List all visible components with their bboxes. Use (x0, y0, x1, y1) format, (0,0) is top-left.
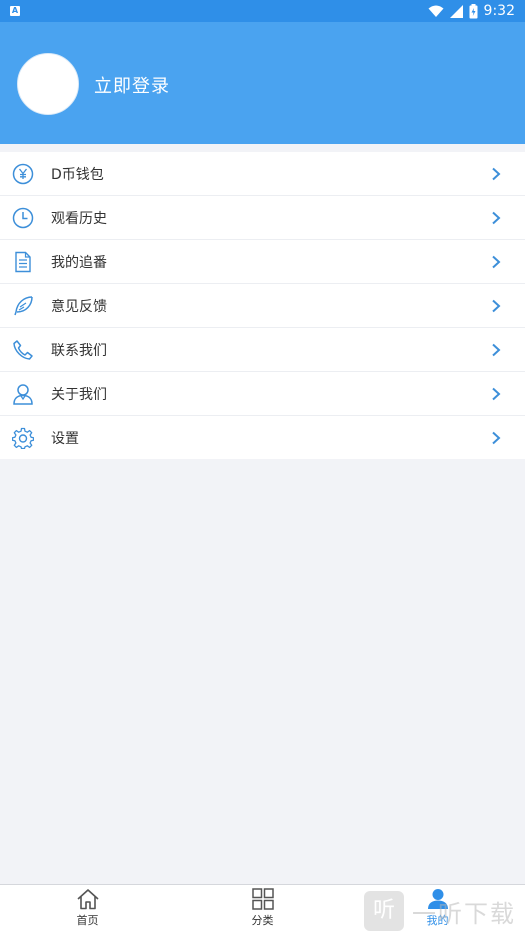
tab-mine[interactable]: 我的 (350, 885, 525, 934)
menu-item-about[interactable]: 关于我们 (0, 372, 525, 416)
signal-icon (449, 4, 463, 18)
document-icon (15, 251, 31, 273)
yen-circle-icon (12, 163, 34, 185)
chevron-right-icon (492, 255, 501, 269)
clock-icon (12, 207, 34, 229)
menu-item-label: 联系我们 (51, 342, 107, 359)
menu-item-wallet[interactable]: D币钱包 (0, 152, 525, 196)
menu-list: D币钱包 观看历史 我的追番 意见反馈 联系我们 关于我们 设置 (0, 152, 525, 459)
grid-icon (251, 888, 274, 910)
battery-icon (469, 3, 478, 18)
menu-item-settings[interactable]: 设置 (0, 416, 525, 459)
phone-icon (13, 340, 33, 360)
home-icon (76, 889, 99, 910)
menu-item-feedback[interactable]: 意见反馈 (0, 284, 525, 328)
chevron-right-icon (492, 211, 501, 225)
chevron-right-icon (492, 431, 501, 445)
login-link[interactable]: 立即登录 (94, 72, 170, 98)
bottom-nav: 首页 分类 我的 (0, 884, 525, 934)
tab-label: 首页 (76, 914, 99, 927)
tab-home[interactable]: 首页 (0, 885, 175, 934)
notification-icon: A (10, 6, 20, 16)
status-time: 9:32 (483, 3, 515, 19)
avatar[interactable] (17, 53, 79, 115)
wifi-icon (428, 5, 444, 17)
feather-icon (14, 296, 33, 316)
tab-category[interactable]: 分类 (175, 885, 350, 934)
menu-item-label: D币钱包 (51, 166, 104, 183)
profile-header: 立即登录 (0, 22, 525, 144)
menu-item-label: 关于我们 (51, 386, 107, 403)
menu-item-label: 意见反馈 (51, 298, 107, 315)
menu-item-label: 设置 (51, 430, 79, 447)
menu-item-history[interactable]: 观看历史 (0, 196, 525, 240)
menu-item-contact[interactable]: 联系我们 (0, 328, 525, 372)
tab-label: 分类 (251, 914, 274, 927)
chevron-right-icon (492, 387, 501, 401)
app-screen: A 9:32 立即登录 D币钱包 观看历史 我的追番 意见反馈 联系我们 关于我… (0, 0, 525, 934)
tab-label: 我的 (426, 914, 449, 927)
chevron-right-icon (492, 299, 501, 313)
menu-item-label: 我的追番 (51, 254, 107, 271)
user-icon (13, 384, 33, 405)
status-bar: A 9:32 (0, 0, 525, 22)
menu-item-following[interactable]: 我的追番 (0, 240, 525, 284)
gear-icon (12, 427, 34, 449)
chevron-right-icon (492, 167, 501, 181)
person-icon (427, 889, 448, 909)
menu-item-label: 观看历史 (51, 210, 107, 227)
chevron-right-icon (492, 343, 501, 357)
